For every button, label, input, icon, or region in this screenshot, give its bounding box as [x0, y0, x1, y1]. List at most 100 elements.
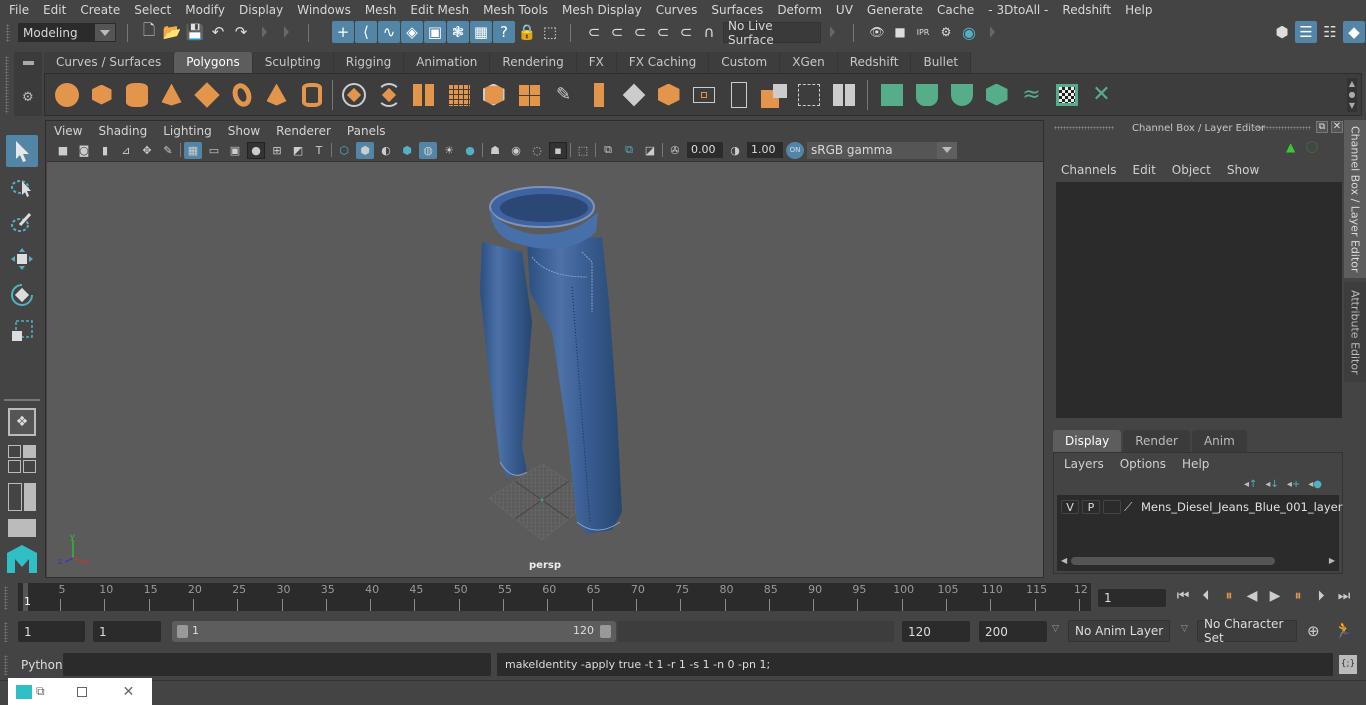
multi-cut-icon[interactable]: ✎: [546, 77, 581, 112]
single-pane-layout-icon[interactable]: ❖: [8, 408, 36, 436]
layer-menu-layers[interactable]: Layers: [1056, 457, 1112, 471]
camera-icon[interactable]: ■: [54, 142, 72, 159]
separate-icon[interactable]: [371, 77, 406, 112]
gamma-field[interactable]: 1.00: [747, 142, 783, 158]
select-tool-icon[interactable]: [6, 135, 38, 167]
cb-menu-edit[interactable]: Edit: [1125, 163, 1164, 177]
viewport-menu-view[interactable]: View: [46, 121, 90, 141]
current-frame-field[interactable]: 1: [1098, 589, 1166, 607]
render-current-icon[interactable]: ■: [889, 21, 911, 43]
next-key-icon[interactable]: ⏸: [1287, 588, 1309, 604]
redo-icon[interactable]: ↷: [230, 21, 252, 43]
film-gate-icon[interactable]: ▭: [205, 142, 223, 159]
select-multi-icon[interactable]: ▦: [470, 21, 492, 43]
layer-tab-render[interactable]: Render: [1123, 430, 1190, 452]
select-uv-icon[interactable]: ❃: [447, 21, 469, 43]
poly-plane-icon[interactable]: [189, 77, 224, 112]
attribute-editor-toggle-icon[interactable]: ☰: [1295, 21, 1317, 43]
xray-components-icon[interactable]: ◪: [641, 142, 659, 159]
select-highlight-icon[interactable]: ⬚: [539, 21, 561, 43]
go-to-start-icon[interactable]: ⏮: [1172, 588, 1194, 604]
step-back-key-icon[interactable]: ⏴: [1195, 588, 1217, 604]
gate-mask-icon[interactable]: ●: [247, 141, 265, 159]
range-slider[interactable]: 1 120: [172, 621, 616, 642]
menu-select[interactable]: Select: [127, 0, 178, 20]
move-layer-up-icon[interactable]: ◂↑: [1244, 479, 1257, 490]
shelf-tab-sculpting[interactable]: Sculpting: [252, 52, 334, 73]
wireframe-on-shaded-icon[interactable]: ⬢: [398, 142, 416, 159]
menu-help[interactable]: Help: [1118, 0, 1159, 20]
menu-cache[interactable]: Cache: [930, 0, 981, 20]
xray-joints-icon[interactable]: ⧉: [620, 142, 638, 159]
poly-torus-icon[interactable]: [224, 77, 259, 112]
layer-menu-help[interactable]: Help: [1174, 457, 1217, 471]
spherical-uv-icon[interactable]: [944, 77, 979, 112]
menu-windows[interactable]: Windows: [290, 0, 358, 20]
combine-icon[interactable]: [336, 77, 371, 112]
viewport-menu-renderer[interactable]: Renderer: [268, 121, 339, 141]
layer-color-swatch[interactable]: ⟋: [1124, 500, 1138, 514]
manip-toggle-icon[interactable]: [1306, 141, 1318, 153]
isolate-select-icon[interactable]: ⬚: [574, 142, 592, 159]
cb-menu-show[interactable]: Show: [1219, 163, 1267, 177]
shelf-tab-rigging[interactable]: Rigging: [333, 52, 405, 73]
select-component-icon[interactable]: ∿: [378, 21, 400, 43]
layer-tab-anim[interactable]: Anim: [1191, 430, 1247, 452]
shelf-tab-redshift[interactable]: Redshift: [837, 52, 912, 73]
shadows-icon[interactable]: ●: [461, 142, 479, 159]
anim-layer-dropdown[interactable]: No Anim Layer: [1068, 620, 1170, 642]
move-tool-icon[interactable]: [6, 243, 38, 275]
outliner-persp-layout-icon[interactable]: [8, 483, 36, 511]
hypershade-icon[interactable]: ◉: [958, 21, 980, 43]
menu-edit[interactable]: Edit: [36, 0, 73, 20]
animation-preferences-icon[interactable]: 🏃: [1334, 621, 1353, 639]
command-language-toggle[interactable]: Python: [21, 658, 63, 672]
shelf-tab-animation[interactable]: Animation: [404, 52, 491, 73]
save-scene-icon[interactable]: 💾: [184, 21, 206, 43]
scene-start-field[interactable]: 1: [18, 621, 85, 642]
resolution-gate-icon[interactable]: ▣: [226, 142, 244, 159]
menu-surfaces[interactable]: Surfaces: [704, 0, 770, 20]
motion-blur-icon[interactable]: ◉: [507, 142, 525, 159]
drag-handle[interactable]: [1054, 126, 1114, 130]
ipr-render-icon[interactable]: IPR: [912, 21, 934, 43]
magnet-icon[interactable]: ∩: [698, 21, 720, 43]
smooth-icon[interactable]: [441, 77, 476, 112]
paint-select-tool-icon[interactable]: [6, 207, 38, 239]
side-tab-channel-box[interactable]: Channel Box / Layer Editor: [1344, 120, 1366, 278]
poly-cylinder-icon[interactable]: [119, 77, 154, 112]
depth-of-field-icon[interactable]: ▪: [549, 141, 567, 159]
scale-tool-icon[interactable]: [6, 315, 38, 347]
menu-deform[interactable]: Deform: [770, 0, 829, 20]
viewport-menu-lighting[interactable]: Lighting: [155, 121, 220, 141]
safe-action-icon[interactable]: ◩: [289, 142, 307, 159]
new-layer-icon[interactable]: ◂+: [1287, 479, 1300, 490]
collapse-arrow-icon[interactable]: [262, 26, 267, 38]
menu-3dtoall[interactable]: - 3DtoAll -: [981, 0, 1055, 20]
manip-red-icon[interactable]: ⟋: [1326, 140, 1334, 155]
snap-view-icon[interactable]: ⊂: [652, 21, 674, 43]
anim-layer-chevron-icon[interactable]: ▽: [1052, 624, 1059, 634]
screen-space-ao-icon[interactable]: ☗: [486, 142, 504, 159]
channel-box-toggle-icon[interactable]: ◆: [1343, 21, 1365, 43]
maximize-window-icon[interactable]: [76, 686, 87, 697]
move-layer-down-icon[interactable]: ◂↓: [1265, 479, 1278, 490]
viewport-menu-shading[interactable]: Shading: [90, 121, 155, 141]
playback-start-field[interactable]: 1: [93, 621, 161, 642]
live-surface-field[interactable]: No Live Surface: [723, 19, 821, 47]
collapse-arrow-icon[interactable]: [284, 26, 289, 38]
scroll-left-icon[interactable]: ◀: [1061, 556, 1067, 565]
lasso-tool-icon[interactable]: [6, 171, 38, 203]
cylindrical-uv-icon[interactable]: [909, 77, 944, 112]
scroll-right-icon[interactable]: ▶: [1329, 556, 1335, 565]
bevel-icon[interactable]: [476, 77, 511, 112]
drag-handle[interactable]: [6, 24, 10, 42]
restore-window-icon[interactable]: ⧉: [36, 684, 45, 699]
planar-uv-icon[interactable]: [874, 77, 909, 112]
scrollbar-thumb[interactable]: [1071, 557, 1275, 565]
render-settings-icon[interactable]: ⚙: [935, 21, 957, 43]
3d-viewport[interactable]: y x z persp: [47, 161, 1043, 577]
range-end-handle[interactable]: [600, 625, 611, 638]
layer-row[interactable]: V P ⟋ Mens_Diesel_Jeans_Blue_001_layer: [1061, 500, 1342, 514]
automatic-uv-icon[interactable]: [979, 77, 1014, 112]
